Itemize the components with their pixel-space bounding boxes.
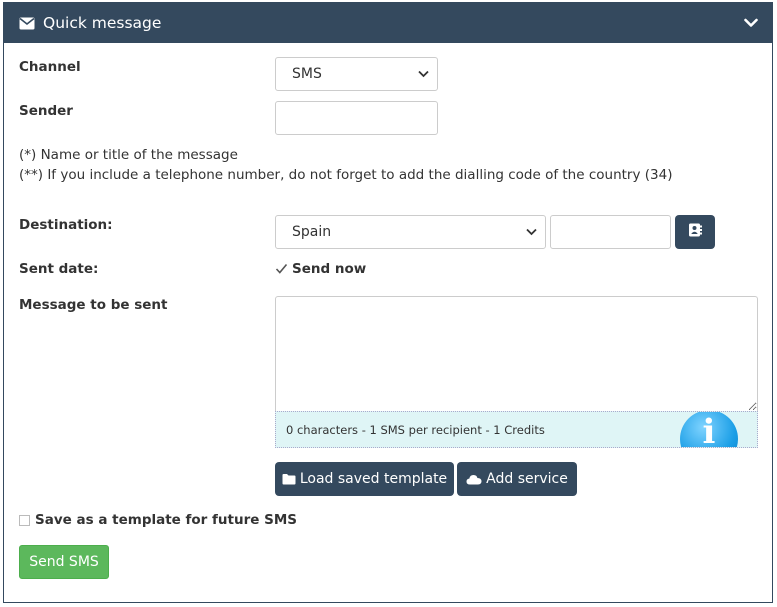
channel-select[interactable]: SMS xyxy=(275,57,438,91)
contacts-button[interactable] xyxy=(675,215,715,249)
add-service-label: Add service xyxy=(486,471,568,487)
note-title: (*) Name or title of the message xyxy=(19,147,238,163)
envelope-icon xyxy=(19,17,35,30)
send-sms-button[interactable]: Send SMS xyxy=(19,545,109,579)
channel-label: Channel xyxy=(19,59,81,75)
chevron-down-icon[interactable] xyxy=(744,18,758,28)
character-counter: 0 characters - 1 SMS per recipient - 1 C… xyxy=(275,411,758,448)
destination-country-value: Spain xyxy=(292,224,332,240)
character-counter-text: 0 characters - 1 SMS per recipient - 1 C… xyxy=(286,422,545,437)
destination-number-input[interactable] xyxy=(550,215,671,249)
chevron-down-icon xyxy=(418,66,429,82)
panel-header[interactable]: Quick message xyxy=(4,3,772,43)
panel-title-text: Quick message xyxy=(43,14,162,32)
folder-icon xyxy=(282,473,296,485)
message-textarea[interactable] xyxy=(275,296,758,411)
chevron-down-icon xyxy=(526,224,537,240)
send-now-label: Send now xyxy=(292,261,367,277)
message-label: Message to be sent xyxy=(19,297,168,313)
save-template-checkbox[interactable]: Save as a template for future SMS xyxy=(19,512,297,528)
destination-label: Destination: xyxy=(19,217,113,233)
note-dialling-code: (**) If you include a telephone number, … xyxy=(19,167,673,183)
info-icon[interactable]: i xyxy=(680,412,738,447)
sender-label: Sender xyxy=(19,103,73,119)
panel-title: Quick message xyxy=(19,14,161,32)
save-template-label: Save as a template for future SMS xyxy=(35,512,297,528)
destination-country-select[interactable]: Spain xyxy=(275,215,546,249)
load-template-button[interactable]: Load saved template xyxy=(275,462,454,496)
save-template-checkbox-box[interactable] xyxy=(19,514,30,526)
add-service-button[interactable]: Add service xyxy=(457,462,577,496)
checkmark-icon xyxy=(275,263,288,275)
send-now-checkbox[interactable]: Send now xyxy=(275,261,366,277)
address-book-icon xyxy=(688,223,702,241)
channel-select-value: SMS xyxy=(292,66,322,82)
sent-date-label: Sent date: xyxy=(19,261,99,277)
sender-input[interactable] xyxy=(275,101,438,135)
quick-message-panel: Quick message Channel SMS Sender (*) Nam… xyxy=(3,2,773,603)
load-template-label: Load saved template xyxy=(299,471,448,487)
cloud-icon xyxy=(466,474,482,485)
